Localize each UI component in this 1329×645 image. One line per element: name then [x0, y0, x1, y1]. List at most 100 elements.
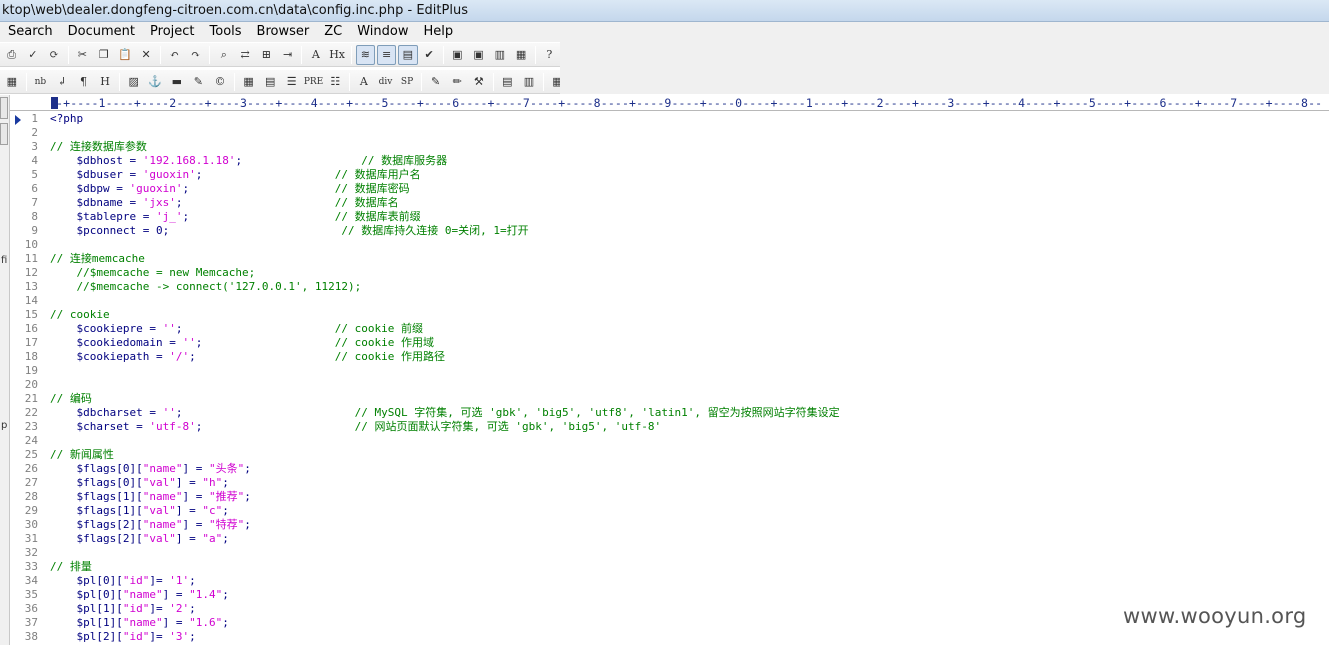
line-code: // 编码: [50, 392, 92, 406]
cut-icon[interactable]: ✂: [73, 45, 92, 65]
menu-tools[interactable]: Tools: [202, 22, 249, 42]
code-line[interactable]: 13 //$memcache -> connect('127.0.0.1', 1…: [10, 280, 1329, 294]
line-number-icon[interactable]: ≡: [377, 44, 397, 65]
menu-help[interactable]: Help: [415, 22, 460, 42]
menu-zc[interactable]: ZC: [316, 22, 349, 42]
code-line[interactable]: 35 $pl[0]["name"] = "1.4";: [10, 588, 1329, 602]
code-line[interactable]: 16 $cookiepre = ''; // cookie 前缀: [10, 322, 1329, 336]
spellcheck-icon[interactable]: ✓: [23, 45, 42, 65]
code-line[interactable]: 27 $flags[0]["val"] = "h";: [10, 476, 1329, 490]
menu-search[interactable]: Search: [0, 22, 60, 42]
code-token-comment: // 连接数据库参数: [50, 140, 147, 153]
window-icon[interactable]: ▣: [448, 45, 467, 65]
redo-icon[interactable]: ↷: [186, 45, 205, 65]
code-line[interactable]: 22 $dbcharset = ''; // MySQL 字符集, 可选 'gb…: [10, 406, 1329, 420]
align-icon[interactable]: ☰: [282, 72, 302, 92]
code-line[interactable]: 4 $dbhost = '192.168.1.18'; // 数据库服务器: [10, 154, 1329, 168]
code-line[interactable]: 26 $flags[0]["name"] = "头条";: [10, 462, 1329, 476]
hr-icon[interactable]: ▬: [167, 72, 187, 92]
window2-icon[interactable]: ▣: [469, 45, 488, 65]
code-line[interactable]: 15 // cookie: [10, 308, 1329, 322]
panel-tab[interactable]: [0, 123, 8, 145]
tools-icon[interactable]: ⚒: [469, 72, 489, 92]
table-icon[interactable]: ▦: [239, 72, 259, 92]
code-line[interactable]: 20: [10, 378, 1329, 392]
code-token-comment: // cookie: [50, 308, 110, 321]
code-line[interactable]: 19: [10, 364, 1329, 378]
form-icon[interactable]: ▤: [260, 72, 280, 92]
menu-project[interactable]: Project: [142, 22, 201, 42]
color-icon[interactable]: ▦: [2, 72, 22, 92]
code-editor[interactable]: 1 <?php 2 3// 连接数据库参数 4 $dbhost = '192.168.1…: [10, 112, 1329, 645]
highlight-icon[interactable]: ✎: [189, 72, 209, 92]
code-line[interactable]: 2: [10, 126, 1329, 140]
paste-icon[interactable]: 📋: [115, 45, 134, 65]
code-line[interactable]: 38 $pl[2]["id"]= '3';: [10, 630, 1329, 644]
hex-icon[interactable]: Hx: [328, 45, 347, 65]
replace-icon[interactable]: ⇄: [236, 45, 255, 65]
span-icon[interactable]: SP: [397, 72, 417, 92]
code-line[interactable]: 30 $flags[2]["name"] = "特荐";: [10, 518, 1329, 532]
goto-icon[interactable]: ⇥: [278, 45, 297, 65]
code-line[interactable]: 17 $cookiedomain = ''; // cookie 作用域: [10, 336, 1329, 350]
code-line[interactable]: 12 //$memcache = new Memcache;: [10, 266, 1329, 280]
code-line[interactable]: 10: [10, 238, 1329, 252]
code-line[interactable]: 25 // 新闻属性: [10, 448, 1329, 462]
check-icon[interactable]: ✔: [420, 45, 439, 65]
code-line[interactable]: 8 $tablepre = 'j_'; // 数据库表前缀: [10, 210, 1329, 224]
help-icon[interactable]: ?: [540, 45, 559, 65]
copyright-icon[interactable]: ©: [210, 72, 230, 92]
panel-tab[interactable]: [0, 97, 8, 119]
directory-icon[interactable]: ▥: [490, 45, 509, 65]
code-line[interactable]: 33 // 排量: [10, 560, 1329, 574]
delete-icon[interactable]: ✕: [137, 45, 156, 65]
list-icon[interactable]: ☷: [326, 72, 346, 92]
code-line[interactable]: 21 // 编码: [10, 392, 1329, 406]
edit-icon[interactable]: ✎: [426, 72, 446, 92]
find-in-files-icon[interactable]: ⊞: [257, 45, 276, 65]
code-line[interactable]: 6 $dbpw = 'guoxin'; // 数据库密码: [10, 182, 1329, 196]
code-line[interactable]: 1 <?php: [10, 112, 1329, 126]
nbsp-icon[interactable]: nb: [31, 72, 51, 92]
code-line[interactable]: 18 $cookiepath = '/'; // cookie 作用路径: [10, 350, 1329, 364]
anchor-icon[interactable]: ⚓: [145, 72, 165, 92]
code-line[interactable]: 24: [10, 434, 1329, 448]
pencil-icon[interactable]: ✏: [447, 72, 467, 92]
code-line[interactable]: 23 $charset = 'utf-8'; // 网站页面默认字符集, 可选 …: [10, 420, 1329, 434]
view-browser-icon[interactable]: ⟳: [45, 45, 64, 65]
code-line[interactable]: 3 // 连接数据库参数: [10, 140, 1329, 154]
ruler-icon[interactable]: ▤: [398, 44, 418, 65]
word-wrap-icon[interactable]: ≋: [355, 44, 375, 65]
find-icon[interactable]: ⌕: [214, 45, 233, 65]
image-icon[interactable]: ▨: [124, 72, 144, 92]
pre-icon[interactable]: PRE: [304, 72, 324, 92]
cliplib-icon[interactable]: ▥: [519, 72, 539, 92]
menu-window[interactable]: Window: [349, 22, 415, 42]
print-icon[interactable]: ⎙: [2, 45, 21, 65]
code-line[interactable]: 28 $flags[1]["name"] = "推荐";: [10, 490, 1329, 504]
code-line[interactable]: 34 $pl[0]["id"]= '1';: [10, 574, 1329, 588]
code-line[interactable]: 31 $flags[2]["val"] = "a";: [10, 532, 1329, 546]
code-line[interactable]: 14: [10, 294, 1329, 308]
code-line[interactable]: 32: [10, 546, 1329, 560]
br-icon[interactable]: ↲: [52, 72, 72, 92]
font-tag-icon[interactable]: A: [354, 72, 374, 92]
code-line[interactable]: 9 $pconnect = 0; // 数据库持久连接 0=关闭, 1=打开: [10, 224, 1329, 238]
cliptext-icon[interactable]: ▦: [512, 45, 531, 65]
undo-icon[interactable]: ↶: [165, 45, 184, 65]
menu-browser[interactable]: Browser: [249, 22, 317, 42]
copy-icon[interactable]: ❐: [94, 45, 113, 65]
paragraph-icon[interactable]: ¶: [74, 72, 94, 92]
code-line[interactable]: 5 $dbuser = 'guoxin'; // 数据库用户名: [10, 168, 1329, 182]
line-code: $flags[0]["val"] = "h";: [50, 476, 228, 490]
code-line[interactable]: 7 $dbname = 'jxs'; // 数据库名: [10, 196, 1329, 210]
heading-icon[interactable]: H: [95, 72, 115, 92]
font-icon[interactable]: A: [306, 45, 325, 65]
code-line[interactable]: 29 $flags[1]["val"] = "c";: [10, 504, 1329, 518]
template-icon[interactable]: ▤: [498, 72, 518, 92]
code-line[interactable]: 11 // 连接memcache: [10, 252, 1329, 266]
file-tree-panel[interactable]: fi p: [0, 95, 10, 645]
div-icon[interactable]: div: [376, 72, 396, 92]
code-token-var: $flags[1][: [50, 490, 143, 503]
menu-document[interactable]: Document: [60, 22, 142, 42]
